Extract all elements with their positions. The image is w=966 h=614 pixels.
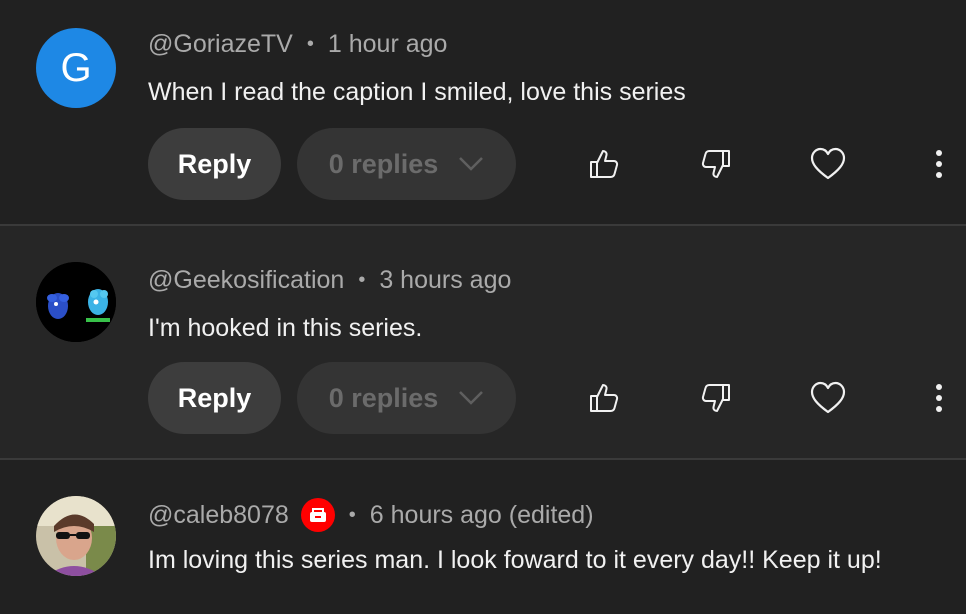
comment-meta: @Geekosification • 3 hours ago bbox=[148, 266, 511, 295]
thumbs-up-icon[interactable] bbox=[584, 378, 624, 418]
comment-text: I'm hooked in this series. bbox=[148, 314, 423, 342]
more-vertical-icon[interactable] bbox=[924, 144, 954, 184]
comment-author[interactable]: @Geekosification bbox=[148, 266, 344, 295]
comment-actions: Reply 0 replies bbox=[148, 362, 966, 434]
creator-badge-icon bbox=[300, 498, 335, 532]
avatar-letter: G bbox=[60, 45, 92, 90]
thumbs-down-icon[interactable] bbox=[696, 144, 736, 184]
comment-item: @caleb8078 • 6 hours ago (edited) Im lov… bbox=[0, 460, 966, 614]
comment-author[interactable]: @GoriazeTV bbox=[148, 30, 293, 59]
avatar[interactable] bbox=[36, 262, 116, 342]
avatar-photo-icon bbox=[36, 496, 116, 576]
comment-meta: @caleb8078 • 6 hours ago (edited) bbox=[148, 498, 594, 532]
comment-meta: @GoriazeTV • 1 hour ago bbox=[148, 30, 447, 59]
thumbs-down-icon[interactable] bbox=[696, 378, 736, 418]
comment-author[interactable]: @caleb8078 bbox=[148, 501, 289, 530]
heart-icon[interactable] bbox=[808, 378, 848, 418]
avatar[interactable]: G bbox=[36, 28, 116, 108]
comment-timestamp: 1 hour ago bbox=[327, 30, 448, 58]
comment-item: G @GoriazeTV • 1 hour ago When I read th… bbox=[0, 0, 966, 226]
meta-separator: • bbox=[348, 503, 356, 526]
replies-button[interactable]: 0 replies bbox=[297, 128, 516, 200]
comment-timestamp: 6 hours ago (edited) bbox=[369, 500, 594, 529]
replies-label: 0 replies bbox=[328, 382, 439, 413]
reply-button[interactable]: Reply bbox=[148, 128, 281, 200]
comment-text: Im loving this series man. I look foward… bbox=[148, 546, 882, 574]
replies-button[interactable]: 0 replies bbox=[297, 362, 516, 434]
comment-actions: Reply 0 replies bbox=[148, 128, 966, 200]
heart-icon[interactable] bbox=[808, 144, 848, 184]
thumbs-up-icon[interactable] bbox=[584, 144, 624, 184]
chevron-down-icon bbox=[458, 390, 484, 406]
avatar[interactable] bbox=[36, 496, 116, 576]
replies-label: 0 replies bbox=[328, 148, 439, 179]
more-vertical-icon[interactable] bbox=[924, 378, 954, 418]
avatar-image-icon bbox=[36, 262, 116, 342]
comment-text: When I read the caption I smiled, love t… bbox=[148, 78, 686, 106]
reply-button[interactable]: Reply bbox=[148, 362, 281, 434]
meta-separator: • bbox=[306, 33, 314, 55]
comment-timestamp: 3 hours ago bbox=[379, 266, 512, 294]
comment-item: @Geekosification • 3 hours ago I'm hooke… bbox=[0, 226, 966, 460]
meta-separator: • bbox=[358, 269, 366, 291]
chevron-down-icon bbox=[458, 156, 484, 172]
